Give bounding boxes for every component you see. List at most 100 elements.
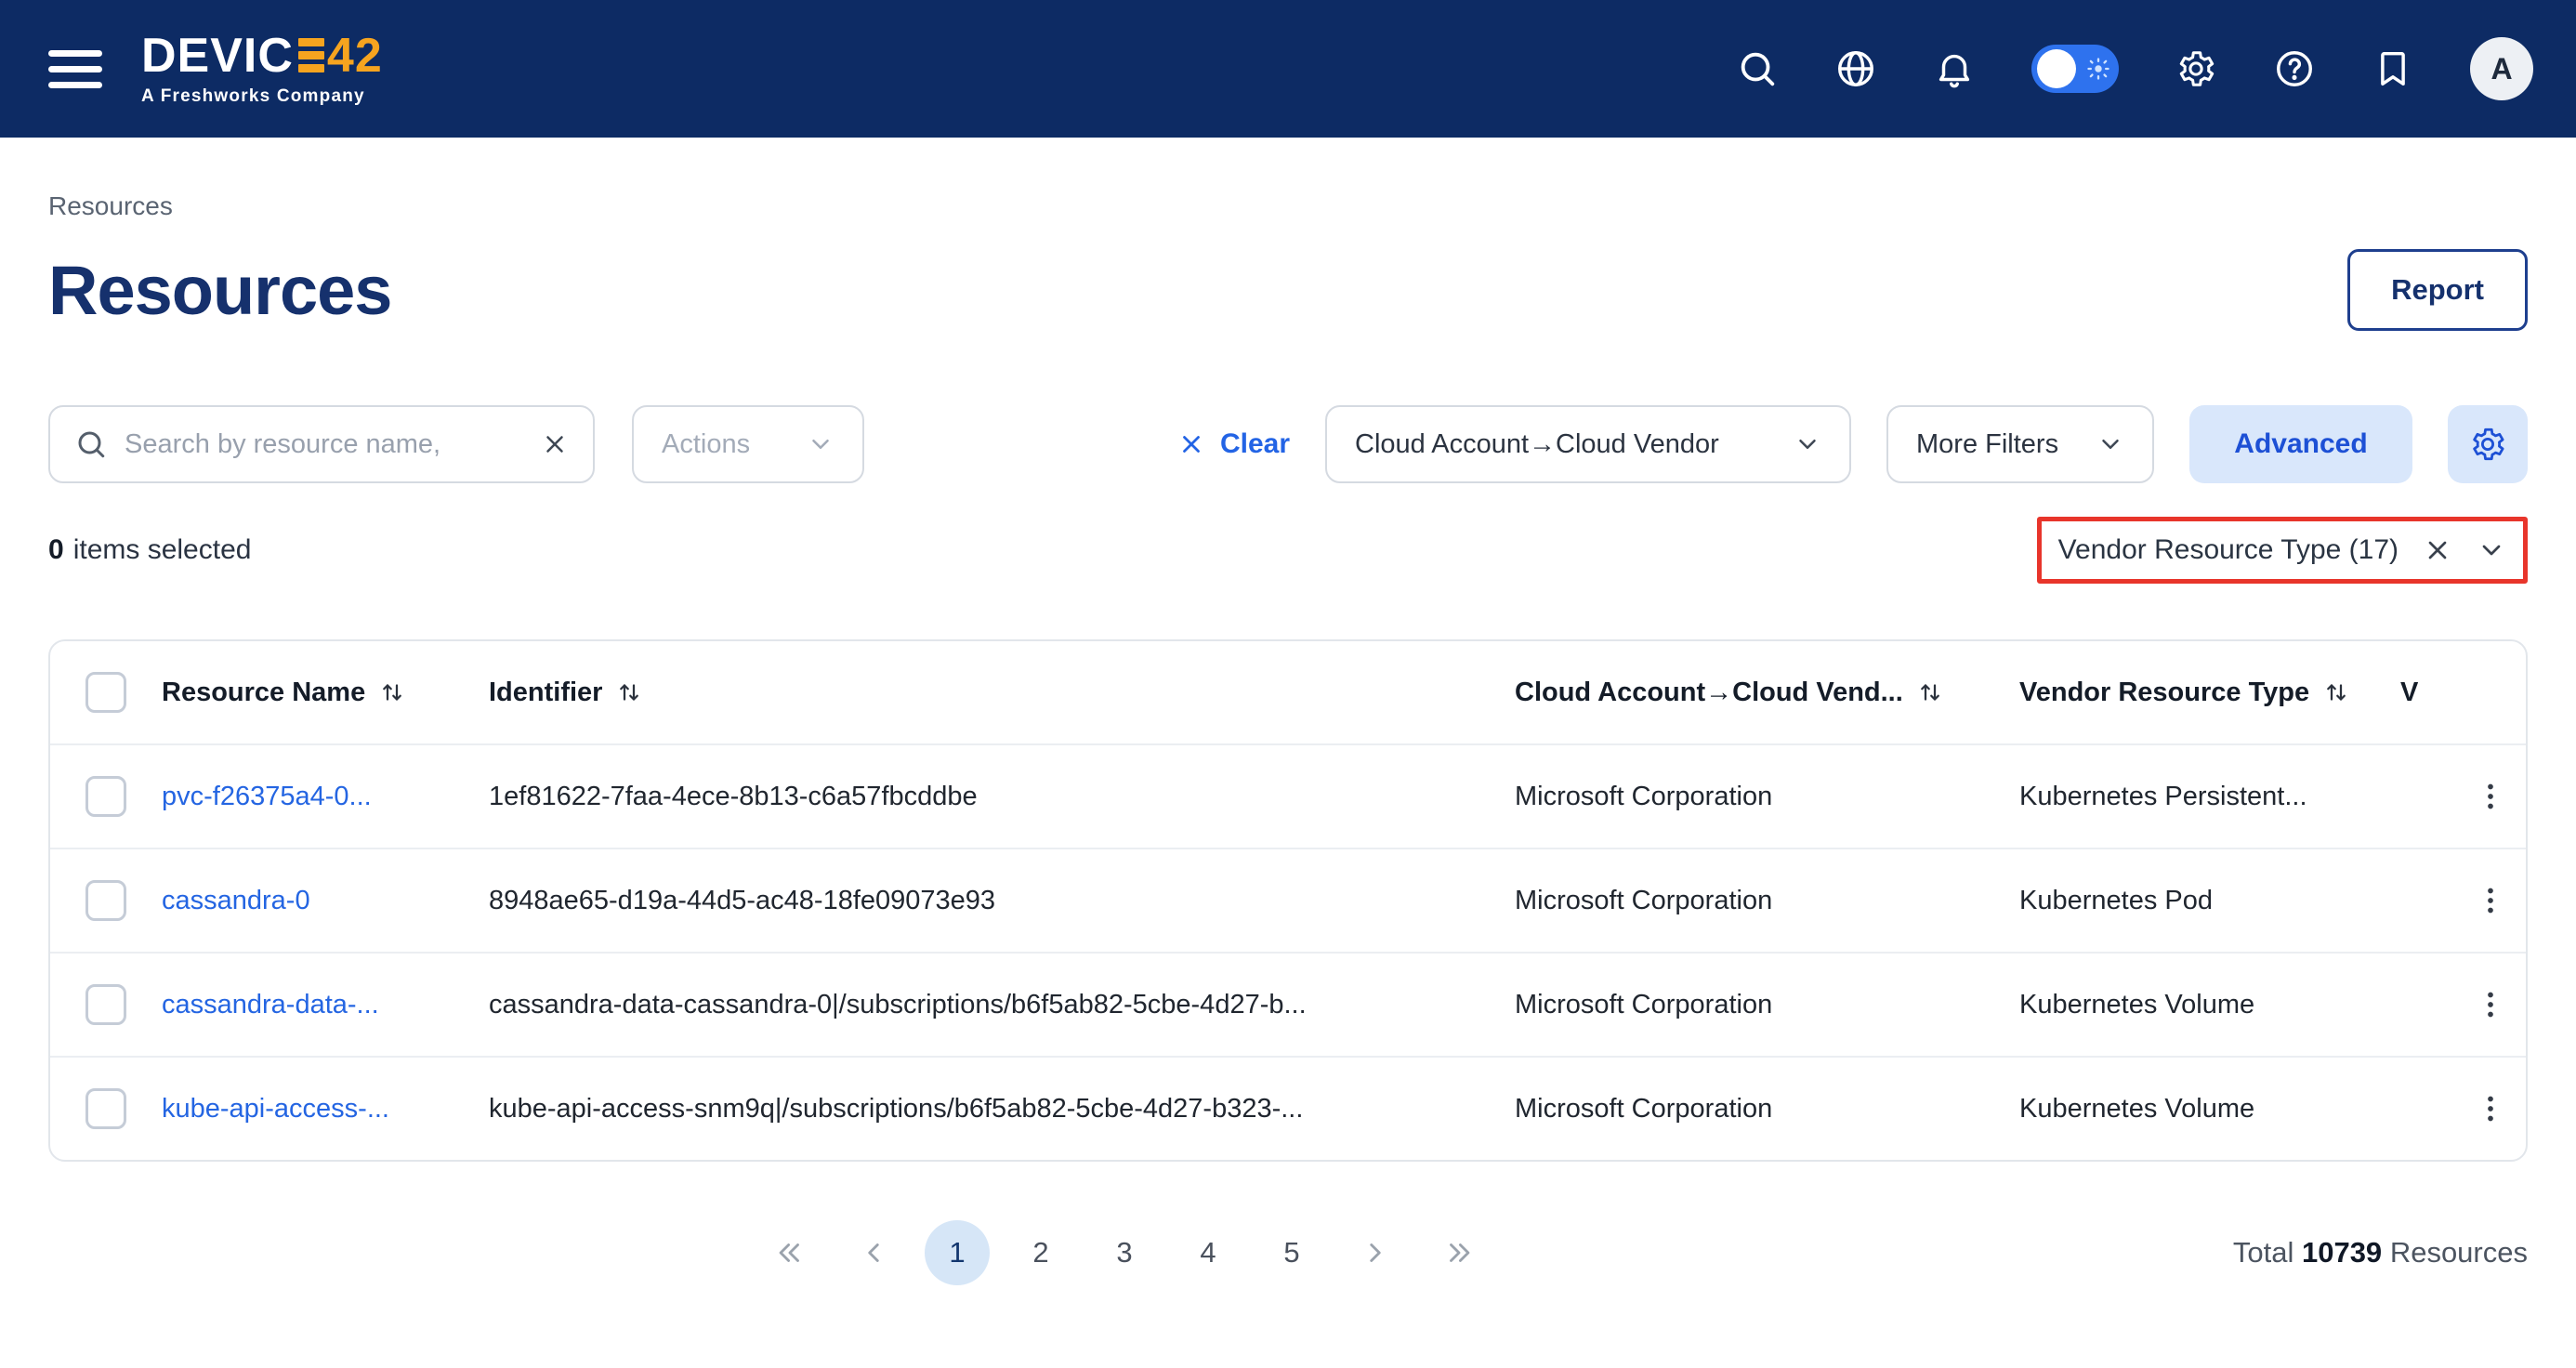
page-title: Resources xyxy=(48,251,391,330)
navbar-actions: A xyxy=(1736,37,2533,100)
column-header-cloud-account[interactable]: Cloud Account→Cloud Vend... xyxy=(1515,677,2019,708)
row-checkbox[interactable] xyxy=(85,1088,126,1129)
vendor-resource-type-filter-chip[interactable]: Vendor Resource Type (17) xyxy=(2058,534,2506,566)
resource-name-link[interactable]: cassandra-0 xyxy=(162,886,489,916)
total-count: 10739 xyxy=(2302,1236,2382,1269)
filter-toolbar-right: Clear Cloud Account→Cloud Vendor More Fi… xyxy=(1177,405,2528,483)
notifications-bell-icon[interactable] xyxy=(1933,47,1976,90)
theme-toggle[interactable] xyxy=(2031,45,2119,93)
sort-icon[interactable] xyxy=(1916,678,1944,706)
breadcrumb[interactable]: Resources xyxy=(48,191,173,221)
cloud-account-cell: Microsoft Corporation xyxy=(1515,782,2019,812)
first-page-icon[interactable] xyxy=(757,1220,822,1285)
page-button-5[interactable]: 5 xyxy=(1259,1220,1324,1285)
more-filters-label: More Filters xyxy=(1916,429,2058,460)
cloud-account-cell: Microsoft Corporation xyxy=(1515,1094,2019,1125)
page-button-4[interactable]: 4 xyxy=(1176,1220,1241,1285)
clear-x-icon xyxy=(1177,430,1205,458)
page-button-3[interactable]: 3 xyxy=(1092,1220,1157,1285)
identifier-cell: 8948ae65-d19a-44d5-ac48-18fe09073e93 xyxy=(489,886,1515,916)
table-row: pvc-f26375a4-0... 1ef81622-7faa-4ece-8b1… xyxy=(50,743,2526,848)
avatar[interactable]: A xyxy=(2470,37,2533,100)
hamburger-menu-icon[interactable] xyxy=(48,50,102,88)
table-header-row: Resource Name Identifier Cloud Account→C… xyxy=(50,641,2526,743)
column-header-vendor-resource-type[interactable]: Vendor Resource Type xyxy=(2019,677,2400,708)
actions-dropdown-label: Actions xyxy=(662,429,750,460)
advanced-button[interactable]: Advanced xyxy=(2189,405,2412,483)
selected-count: 0 xyxy=(48,534,64,565)
actions-dropdown[interactable]: Actions xyxy=(632,405,864,483)
filter-toolbar: Actions Clear Cloud Account→Cloud Vendor… xyxy=(48,405,2528,483)
row-actions-kebab-icon[interactable] xyxy=(2474,884,2507,917)
pagination-bar: 1 2 3 4 5 Total 10739 Resources xyxy=(0,1219,2576,1286)
column-header-resource-name[interactable]: Resource Name xyxy=(162,677,489,708)
cloud-vendor-filter-dropdown[interactable]: Cloud Account→Cloud Vendor xyxy=(1325,405,1851,483)
row-actions-kebab-icon[interactable] xyxy=(2474,1092,2507,1125)
total-label: Total xyxy=(2233,1236,2293,1269)
bookmark-icon[interactable] xyxy=(2372,47,2414,90)
chevron-down-icon xyxy=(2096,430,2124,458)
page-button-2[interactable]: 2 xyxy=(1008,1220,1073,1285)
sort-icon[interactable] xyxy=(378,678,406,706)
table-settings-gear-icon[interactable] xyxy=(2448,405,2528,483)
sun-icon xyxy=(2085,56,2111,82)
previous-page-icon[interactable] xyxy=(841,1220,906,1285)
page-button-1[interactable]: 1 xyxy=(925,1220,990,1285)
avatar-initial: A xyxy=(2491,52,2512,86)
search-clear-icon[interactable] xyxy=(541,430,569,458)
row-checkbox[interactable] xyxy=(85,984,126,1025)
filter-chip-label: Vendor Resource Type (17) xyxy=(2058,534,2399,566)
identifier-cell: cassandra-data-cassandra-0|/subscription… xyxy=(489,990,1515,1020)
identifier-cell: kube-api-access-snm9q|/subscriptions/b6f… xyxy=(489,1094,1515,1125)
settings-gear-icon[interactable] xyxy=(2175,47,2217,90)
top-navbar: DEVIC 42 A Freshworks Company xyxy=(0,0,2576,138)
row-checkbox[interactable] xyxy=(85,776,126,817)
logo-tagline: A Freshworks Company xyxy=(141,86,383,107)
toggle-knob xyxy=(2037,49,2076,88)
cloud-vendor-filter-label: Cloud Account→Cloud Vendor xyxy=(1355,429,1719,460)
column-header-identifier[interactable]: Identifier xyxy=(489,677,1515,708)
annotation-highlight-red-box: Vendor Resource Type (17) xyxy=(2037,517,2528,584)
total-suffix: Resources xyxy=(2390,1236,2528,1269)
table-row: cassandra-0 8948ae65-d19a-44d5-ac48-18fe… xyxy=(50,848,2526,952)
row-actions-kebab-icon[interactable] xyxy=(2474,988,2507,1021)
identifier-cell: 1ef81622-7faa-4ece-8b13-c6a57fbcddbe xyxy=(489,782,1515,812)
vendor-resource-type-cell: Kubernetes Pod xyxy=(2019,886,2400,916)
globe-icon[interactable] xyxy=(1834,47,1877,90)
help-icon[interactable] xyxy=(2273,47,2316,90)
logo-text-devic: DEVIC xyxy=(141,32,294,80)
filter-chip-chevron-down-icon[interactable] xyxy=(2477,535,2506,565)
resource-name-link[interactable]: pvc-f26375a4-0... xyxy=(162,782,489,812)
cloud-account-cell: Microsoft Corporation xyxy=(1515,990,2019,1020)
selected-label: items selected xyxy=(73,534,252,565)
search-input[interactable] xyxy=(125,429,524,460)
more-filters-dropdown[interactable]: More Filters xyxy=(1886,405,2154,483)
chevron-down-icon xyxy=(807,430,835,458)
resource-name-link[interactable]: cassandra-data-... xyxy=(162,990,489,1020)
vendor-resource-type-cell: Kubernetes Volume xyxy=(2019,1094,2400,1125)
search-box xyxy=(48,405,595,483)
vendor-resource-type-cell: Kubernetes Volume xyxy=(2019,990,2400,1020)
sort-icon[interactable] xyxy=(615,678,643,706)
row-checkbox[interactable] xyxy=(85,880,126,921)
cloud-account-cell: Microsoft Corporation xyxy=(1515,886,2019,916)
filter-chip-remove-icon[interactable] xyxy=(2423,535,2452,565)
search-icon xyxy=(74,428,108,461)
last-page-icon[interactable] xyxy=(1426,1220,1492,1285)
clear-filters-button[interactable]: Clear xyxy=(1177,428,1290,460)
row-actions-kebab-icon[interactable] xyxy=(2474,780,2507,813)
device42-logo[interactable]: DEVIC 42 A Freshworks Company xyxy=(141,32,383,107)
report-button[interactable]: Report xyxy=(2347,249,2528,331)
clear-label: Clear xyxy=(1220,428,1290,460)
items-selected-text: 0 items selected xyxy=(48,534,251,566)
chevron-down-icon xyxy=(1794,430,1821,458)
next-page-icon[interactable] xyxy=(1343,1220,1408,1285)
total-resources-text: Total 10739 Resources xyxy=(2233,1236,2528,1269)
select-all-checkbox[interactable] xyxy=(85,672,126,713)
resource-name-link[interactable]: kube-api-access-... xyxy=(162,1094,489,1125)
sort-icon[interactable] xyxy=(2322,678,2350,706)
logo-text-42: 42 xyxy=(327,32,383,80)
table-row: cassandra-data-... cassandra-data-cassan… xyxy=(50,952,2526,1056)
column-header-truncated[interactable]: V xyxy=(2400,677,2454,708)
search-icon[interactable] xyxy=(1736,47,1779,90)
